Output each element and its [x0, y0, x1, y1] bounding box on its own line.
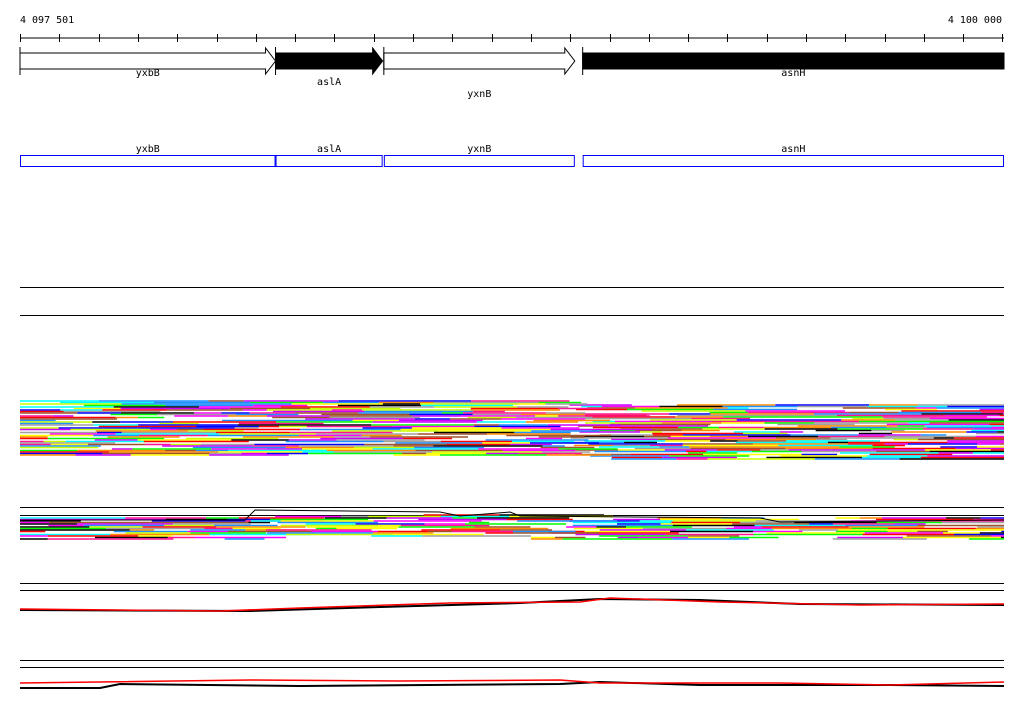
gene-arrow-yxnB: [383, 46, 576, 76]
gene-arrow-aslA: [275, 46, 384, 76]
profile-track-2: [19, 679, 1005, 689]
genome-tracks: 4 097 501 4 100 000 yxbB aslA yxnB asnH yxb…: [19, 15, 1005, 689]
annotation-label: asnH: [781, 144, 805, 155]
gene-track: yxbB aslA yxnB asnH: [19, 46, 1005, 100]
ruler-start-label: 4 097 501: [20, 15, 74, 26]
gene-label: asnH: [781, 68, 805, 79]
genome-browser: 4 097 501 4 100 000 yxbB aslA yxnB asnH yxb…: [0, 0, 1024, 714]
gene-label: yxnB: [467, 89, 491, 100]
annotation-track: yxbB aslA yxnB asnH: [20, 144, 1004, 167]
annotation-label: yxbB: [136, 144, 160, 155]
ruler-end-label: 4 100 000: [948, 15, 1002, 26]
gene-label: yxbB: [136, 68, 160, 79]
profile-line-red: [19, 597, 1005, 612]
annotation-box-yxnB: [383, 155, 575, 167]
annotation-label: yxnB: [467, 144, 491, 155]
coordinate-ruler: [20, 34, 1004, 42]
annotation-label: aslA: [317, 144, 341, 155]
annotation-box-yxbB: [20, 155, 276, 167]
coverage-track-2: [20, 509, 1005, 540]
annotation-box-asnH: [582, 155, 1004, 167]
coverage-track-1: [20, 400, 1004, 460]
annotation-box-aslA: [275, 155, 383, 167]
gene-arrow-asnH: [582, 52, 1005, 70]
gene-label: aslA: [317, 77, 341, 88]
profile-track-1: [19, 597, 1005, 613]
